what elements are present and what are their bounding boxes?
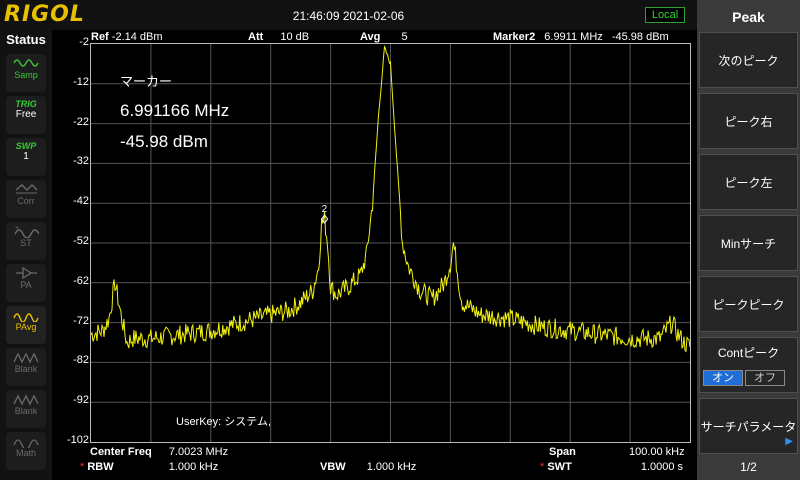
sweep-mode-samp[interactable]: Samp — [6, 54, 46, 92]
att-readout[interactable]: Att 10 dB — [248, 31, 309, 43]
pavg-icon — [13, 313, 39, 322]
pa-label: PA — [20, 280, 32, 290]
center-freq-value: 7.0023 MHz — [168, 446, 229, 458]
next-peak-button[interactable]: 次のピーク — [699, 32, 798, 88]
rbw-readout[interactable]: * RBW 1.000 kHz — [80, 461, 218, 473]
marker-readout[interactable]: Marker2 6.9911 MHz -45.98 dBm — [493, 31, 669, 43]
pavg-label: PAvg — [15, 322, 37, 332]
math-icon — [13, 439, 39, 448]
marker-info-title: マーカー — [120, 74, 173, 89]
marker-freq: 6.9911 MHz — [544, 31, 603, 43]
rbw-value: 1.000 kHz — [168, 461, 219, 473]
menu-title: Peak — [732, 9, 765, 25]
vbw-value: 1.000 kHz — [366, 461, 417, 473]
blank-button-1[interactable]: Blank — [6, 348, 46, 386]
trig-label: TRIG — [15, 99, 37, 109]
rbw-star: * — [80, 461, 85, 473]
swp-value: 1 — [23, 151, 29, 162]
blank-icon — [13, 352, 39, 364]
y-tick-label: -32 — [73, 155, 89, 168]
math-button[interactable]: Math — [6, 432, 46, 470]
vbw-label: VBW — [320, 461, 346, 473]
peak-right-button[interactable]: ピーク右 — [699, 93, 798, 149]
svg-text:+: + — [15, 225, 19, 232]
marker-2-label: 2 — [322, 204, 328, 215]
marker-info-amp: -45.98 dBm — [120, 132, 208, 151]
y-tick-label: -72 — [73, 314, 89, 327]
rbw-label: RBW — [87, 461, 114, 473]
y-tick-label: -92 — [73, 394, 89, 407]
toggle-off[interactable]: オフ — [745, 370, 785, 386]
softkey-menu: Peak 次のピーク ピーク右 ピーク左 Minサーチ ピークピーク Contピ… — [697, 0, 800, 480]
avg-label: Avg — [360, 31, 381, 43]
submenu-arrow-icon: ▶ — [785, 436, 793, 447]
y-tick-label: -102 — [66, 434, 89, 446]
corr-icon — [15, 184, 38, 194]
search-params-button[interactable]: サーチパラメータ ▶ — [699, 398, 798, 454]
swt-star: * — [540, 461, 545, 473]
blank-button-2[interactable]: Blank — [6, 390, 46, 428]
y-tick-label: -12 — [73, 75, 89, 88]
corr-label: Corr — [17, 196, 35, 206]
ref-value: -2.14 dBm — [111, 31, 163, 43]
corr-button[interactable]: Corr — [6, 180, 46, 218]
att-label: Att — [248, 31, 264, 43]
samp-label: Samp — [14, 70, 38, 80]
center-freq-label: Center Freq — [90, 446, 152, 458]
y-tick-label: -52 — [73, 235, 89, 247]
swp-label: SWP — [15, 141, 37, 151]
st-label: ST — [20, 238, 32, 248]
cont-peak-label: Contピーク — [717, 346, 780, 360]
toggle-on[interactable]: オン — [703, 370, 743, 386]
avg-value: 5 — [401, 31, 408, 43]
min-search-button[interactable]: Minサーチ — [699, 215, 798, 271]
cont-peak-toggle[interactable]: オン オフ — [703, 370, 793, 386]
peak-left-button[interactable]: ピーク左 — [699, 154, 798, 210]
span-readout[interactable]: Span 100.00 kHz — [549, 446, 685, 458]
y-tick-label: -42 — [73, 195, 89, 208]
local-indicator: Local — [645, 7, 685, 23]
swt-label: SWT — [547, 461, 572, 473]
status-title: Status — [6, 32, 46, 47]
ref-label: Ref — [91, 31, 109, 43]
center-freq-readout[interactable]: Center Freq 7.0023 MHz — [90, 446, 228, 458]
att-value: 10 dB — [280, 31, 310, 43]
y-tick-label: -62 — [73, 274, 89, 287]
datetime: 21:46:09 2021-02-06 — [292, 9, 405, 23]
marker-info-freq: 6.991166 MHz — [120, 101, 230, 120]
sweep-count[interactable]: SWP 1 — [6, 138, 46, 176]
swt-readout[interactable]: * SWT 1.0000 s — [540, 461, 683, 473]
st-icon: + — [14, 225, 39, 238]
trigger-free[interactable]: TRIG Free — [6, 96, 46, 134]
userkey-label: UserKey: システム, — [176, 416, 272, 428]
ref-readout[interactable]: Ref -2.14 dBm — [91, 31, 163, 43]
math-label: Math — [15, 448, 36, 458]
top-bar: RIGOL 21:46:09 2021-02-06 Local — [0, 0, 697, 30]
marker-amp: -45.98 dBm — [611, 31, 669, 43]
pa-icon — [16, 266, 37, 280]
peak-peak-button[interactable]: ピークピーク — [699, 276, 798, 332]
search-params-label: サーチパラメータ — [700, 420, 797, 434]
blank-label-2: Blank — [14, 406, 38, 416]
blank-icon — [13, 394, 39, 406]
y-tick-label: -2 — [79, 36, 89, 48]
vbw-readout[interactable]: VBW 1.000 kHz — [320, 461, 416, 473]
swt-value: 1.0000 s — [640, 461, 684, 473]
span-value: 100.00 kHz — [628, 446, 685, 458]
status-panel: Status Samp TRIG Free SWP 1 Corr + ST PA… — [0, 30, 52, 480]
pa-button[interactable]: PA — [6, 264, 46, 302]
span-label: Span — [549, 446, 576, 458]
pavg-button[interactable]: PAvg — [6, 306, 46, 344]
sine-wave-icon — [13, 59, 39, 67]
trig-value: Free — [15, 109, 37, 120]
menu-page-indicator: 1/2 — [740, 460, 757, 474]
marker-label: Marker2 — [493, 31, 536, 43]
avg-readout[interactable]: Avg 5 — [360, 31, 408, 43]
st-button[interactable]: + ST — [6, 222, 46, 260]
y-tick-label: -22 — [73, 115, 89, 128]
blank-label-1: Blank — [14, 364, 38, 374]
y-tick-label: -82 — [73, 354, 89, 367]
